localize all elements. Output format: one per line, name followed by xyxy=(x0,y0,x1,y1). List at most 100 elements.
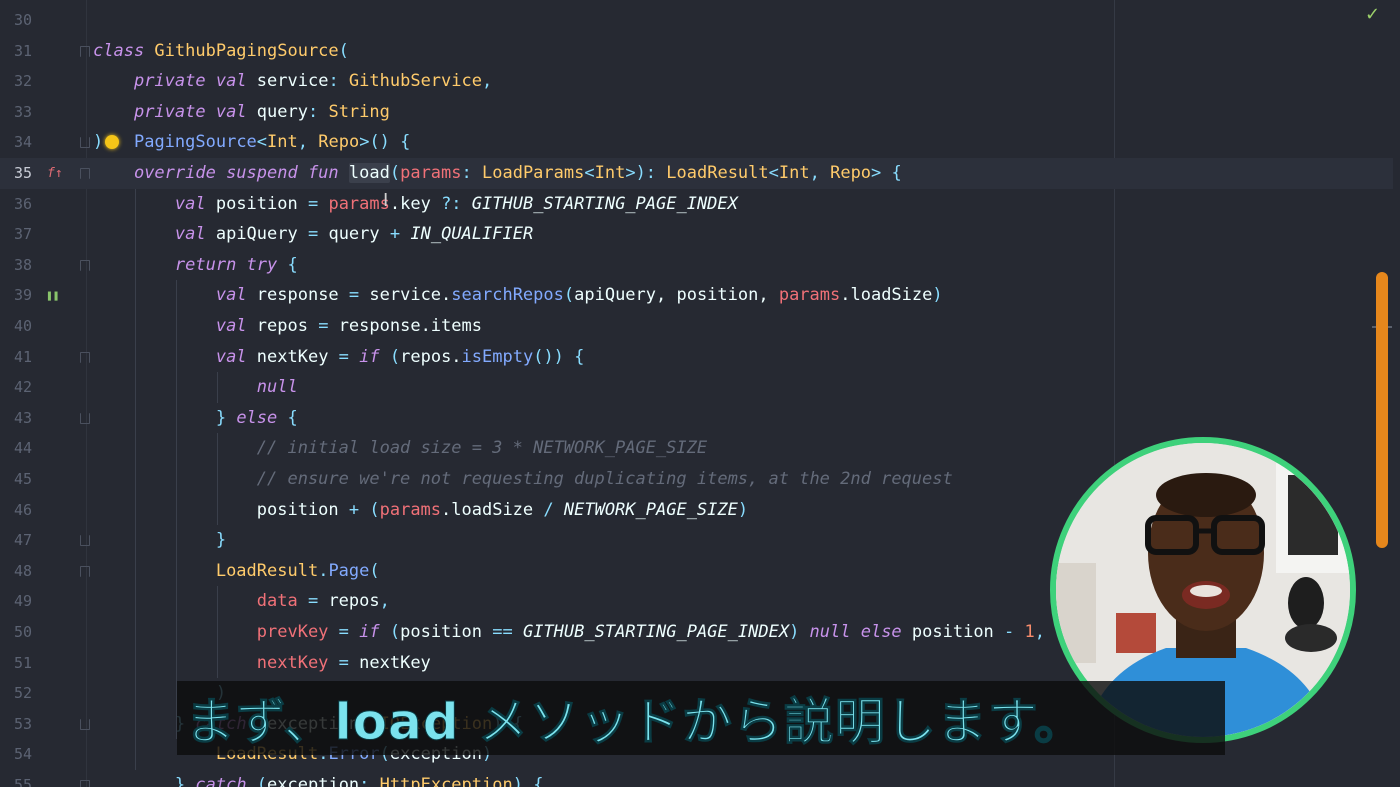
code-token: repos xyxy=(256,316,319,336)
code-token: data xyxy=(256,591,308,612)
line-number[interactable]: 36 xyxy=(0,189,32,220)
code-line[interactable]: 43 } else { xyxy=(0,403,1393,434)
code-token: val xyxy=(215,285,257,306)
line-number[interactable]: 53 xyxy=(0,709,32,740)
check-icon[interactable]: ✓ xyxy=(1365,4,1380,25)
code-text: override suspend fun load(params: LoadPa… xyxy=(93,158,902,189)
code-token: = xyxy=(348,285,370,306)
code-line[interactable]: 35 f↑ override suspend fun load(params: L… xyxy=(0,158,1393,189)
code-token: GITHUB_STARTING_PAGE_INDEX xyxy=(522,622,790,642)
code-line[interactable]: 38 return try { xyxy=(0,250,1393,281)
fold-toggle-icon[interactable] xyxy=(80,45,90,57)
line-number[interactable]: 55 xyxy=(0,770,32,787)
code-token: private val xyxy=(133,71,257,92)
line-number[interactable]: 37 xyxy=(0,219,32,250)
code-token: ) xyxy=(932,285,943,306)
line-number[interactable]: 39 xyxy=(0,280,32,311)
code-token: < xyxy=(584,163,595,183)
code-token: catch xyxy=(195,775,257,787)
code-token: : xyxy=(461,163,482,183)
code-line[interactable]: 37 val apiQuery = query + IN_QUALIFIER xyxy=(0,219,1393,250)
line-number[interactable]: 41 xyxy=(0,342,32,373)
vertical-scrollbar[interactable] xyxy=(1376,272,1388,548)
code-line[interactable]: 34) PagingSource<Int, Repo>() { xyxy=(0,127,1393,158)
line-number[interactable]: 35 xyxy=(0,158,32,189)
line-number[interactable]: 43 xyxy=(0,403,32,434)
code-line[interactable]: 42 null xyxy=(0,372,1393,403)
fold-toggle-icon[interactable] xyxy=(80,565,90,577)
line-number[interactable]: 54 xyxy=(0,739,32,770)
code-token: params xyxy=(328,193,390,214)
code-token: IN_QUALIFIER xyxy=(410,224,534,245)
indent-guide xyxy=(176,280,177,740)
line-number[interactable]: 50 xyxy=(0,617,32,648)
code-token: { xyxy=(287,407,298,428)
line-number[interactable]: 31 xyxy=(0,36,32,67)
suspend-icon[interactable]: ❚❚ xyxy=(46,280,59,311)
code-line[interactable]: 30 xyxy=(0,5,1393,36)
code-line[interactable]: 33 private val query: String xyxy=(0,97,1393,128)
code-text: // ensure we're not requesting duplicati… xyxy=(93,464,953,495)
code-token: position xyxy=(911,622,1005,642)
code-token: LoadResult xyxy=(666,163,769,183)
code-token: query xyxy=(328,224,390,245)
code-token: ()) { xyxy=(533,346,585,367)
code-token: , xyxy=(379,591,390,612)
code-text: } xyxy=(93,525,226,556)
code-line[interactable]: 31 class GithubPagingSource( xyxy=(0,36,1393,67)
line-number[interactable]: 44 xyxy=(0,433,32,464)
line-number[interactable]: 47 xyxy=(0,525,32,556)
line-number[interactable]: 33 xyxy=(0,97,32,128)
code-token: = xyxy=(307,193,329,214)
code-token: // ensure we're not requesting duplicati… xyxy=(256,469,953,489)
code-line[interactable]: 39 ❚❚ val response = service.searchRepos(… xyxy=(0,280,1393,311)
line-number[interactable]: 42 xyxy=(0,372,32,403)
line-number[interactable]: 46 xyxy=(0,495,32,526)
line-number[interactable]: 52 xyxy=(0,678,32,709)
code-line[interactable]: 41 val nextKey = if (repos.isEmpty()) { xyxy=(0,342,1393,373)
line-number[interactable]: 30 xyxy=(0,5,32,36)
override-icon[interactable]: f↑ xyxy=(47,158,63,189)
code-token: ( xyxy=(563,285,575,306)
line-number[interactable]: 48 xyxy=(0,556,32,587)
fold-toggle-icon[interactable] xyxy=(80,412,90,424)
code-token: - xyxy=(1004,622,1025,642)
code-line[interactable]: 36 val position = params.key ?: GITHUB_S… xyxy=(0,189,1393,220)
line-number[interactable]: 49 xyxy=(0,586,32,617)
code-text: null xyxy=(93,372,298,403)
code-token: position xyxy=(400,622,493,642)
fold-toggle-icon[interactable] xyxy=(80,780,90,787)
indent-guide xyxy=(217,372,218,403)
code-token: val xyxy=(215,316,257,336)
line-number[interactable]: 32 xyxy=(0,66,32,97)
line-number[interactable]: 34 xyxy=(0,127,32,158)
code-token: : xyxy=(307,101,329,122)
code-token: val xyxy=(215,346,257,367)
code-token: = xyxy=(338,622,360,642)
code-token: GithubPagingSource xyxy=(154,40,339,61)
indent-guide xyxy=(217,433,218,526)
fold-toggle-icon[interactable] xyxy=(80,351,90,363)
code-token: if xyxy=(359,346,390,367)
line-number[interactable]: 51 xyxy=(0,648,32,679)
code-token: 1 xyxy=(1024,622,1035,642)
fold-toggle-icon[interactable] xyxy=(80,259,90,271)
code-text: val position = params.key ?: GITHUB_STAR… xyxy=(93,189,738,220)
code-line[interactable]: 32 private val service: GithubService, xyxy=(0,66,1393,97)
line-number[interactable]: 38 xyxy=(0,250,32,281)
line-number[interactable]: 45 xyxy=(0,464,32,495)
fold-toggle-icon[interactable] xyxy=(80,535,90,547)
code-text: nextKey = nextKey xyxy=(93,648,431,679)
line-number[interactable]: 40 xyxy=(0,311,32,342)
fold-toggle-icon[interactable] xyxy=(80,168,90,179)
fold-toggle-icon[interactable] xyxy=(80,137,90,149)
code-line[interactable]: 55 } catch (exception: HttpException) { xyxy=(0,770,1393,787)
code-line[interactable]: 40 val repos = response.items xyxy=(0,311,1393,342)
code-token: = xyxy=(338,652,360,673)
fold-toggle-icon[interactable] xyxy=(80,718,90,730)
code-token: params xyxy=(400,163,462,183)
code-token: ( xyxy=(369,560,380,581)
code-token: searchRepos xyxy=(451,285,564,306)
